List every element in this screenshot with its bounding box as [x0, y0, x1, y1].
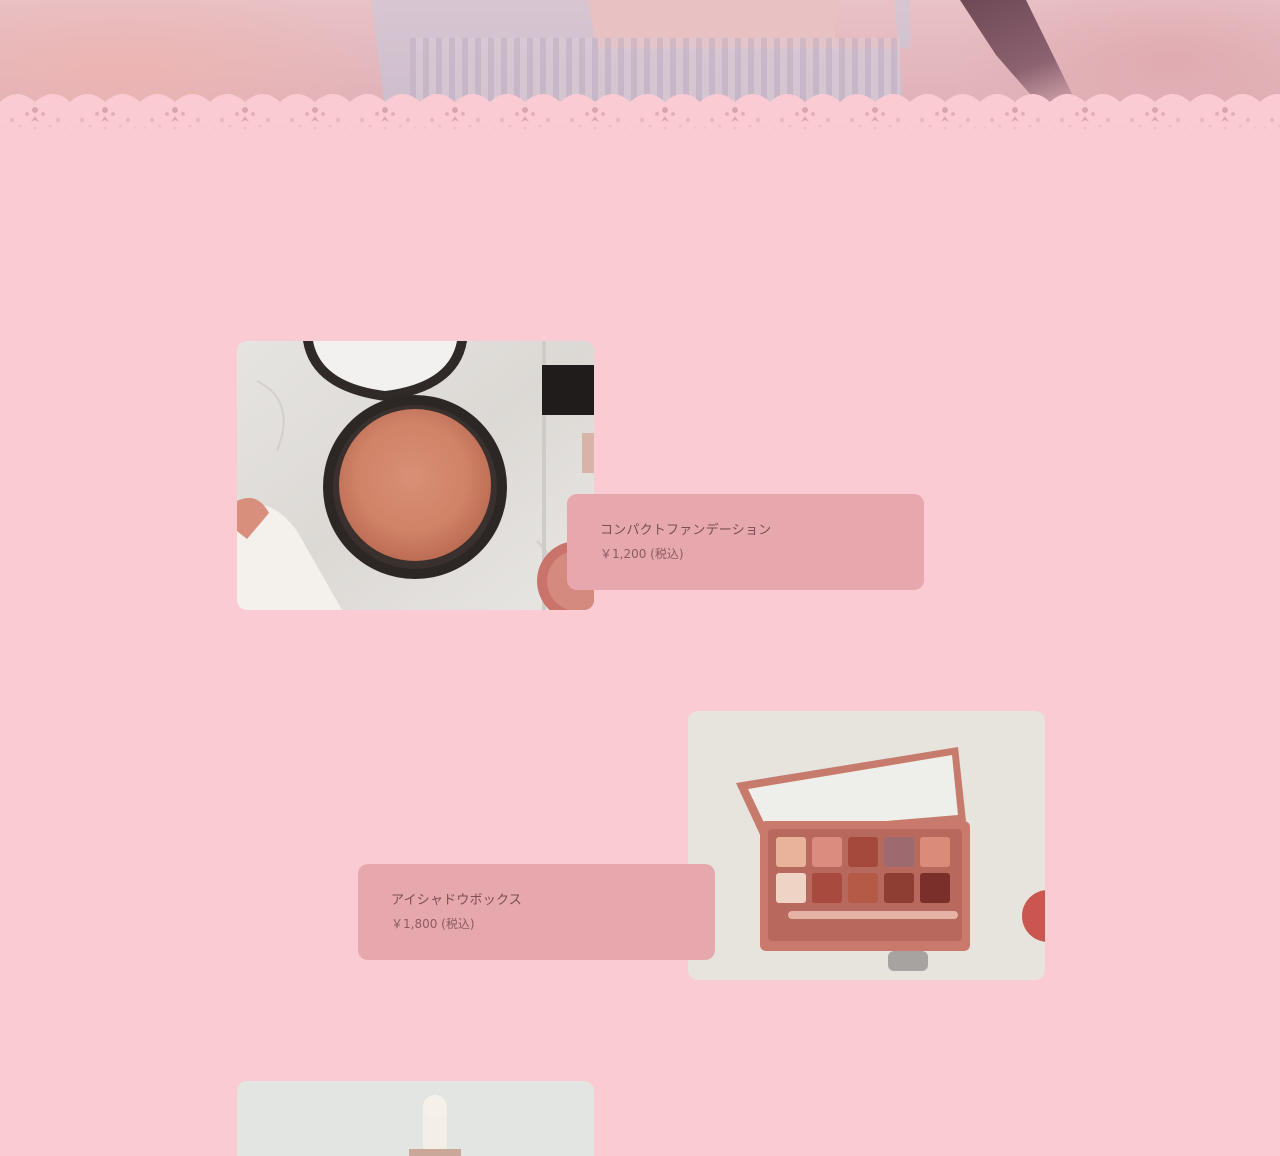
product-image-serum[interactable]: [237, 1081, 594, 1156]
product-image-compact-foundation[interactable]: [237, 341, 594, 610]
product-price: ￥1,200 (税込): [600, 547, 684, 561]
eyeshadow-palette-photo-icon: [688, 711, 1045, 980]
product-name: コンパクトファンデーション: [600, 523, 772, 538]
product-price: ￥1,800 (税込): [391, 917, 475, 931]
product-info-card[interactable]: アイシャドウボックス ￥1,800 (税込): [358, 864, 715, 960]
product-image-eyeshadow-palette[interactable]: [688, 711, 1045, 980]
serum-dropper-bottle-photo-icon: [237, 1081, 594, 1156]
page: コンパクトファンデーション ￥1,200 (税込) アイシャドウボックス ￥1,…: [0, 0, 1280, 1156]
compact-foundation-photo-icon: [237, 341, 594, 610]
product-name: アイシャドウボックス: [391, 893, 522, 908]
lace-border-icon: [0, 88, 1280, 138]
product-info-card[interactable]: コンパクトファンデーション ￥1,200 (税込): [567, 494, 924, 590]
